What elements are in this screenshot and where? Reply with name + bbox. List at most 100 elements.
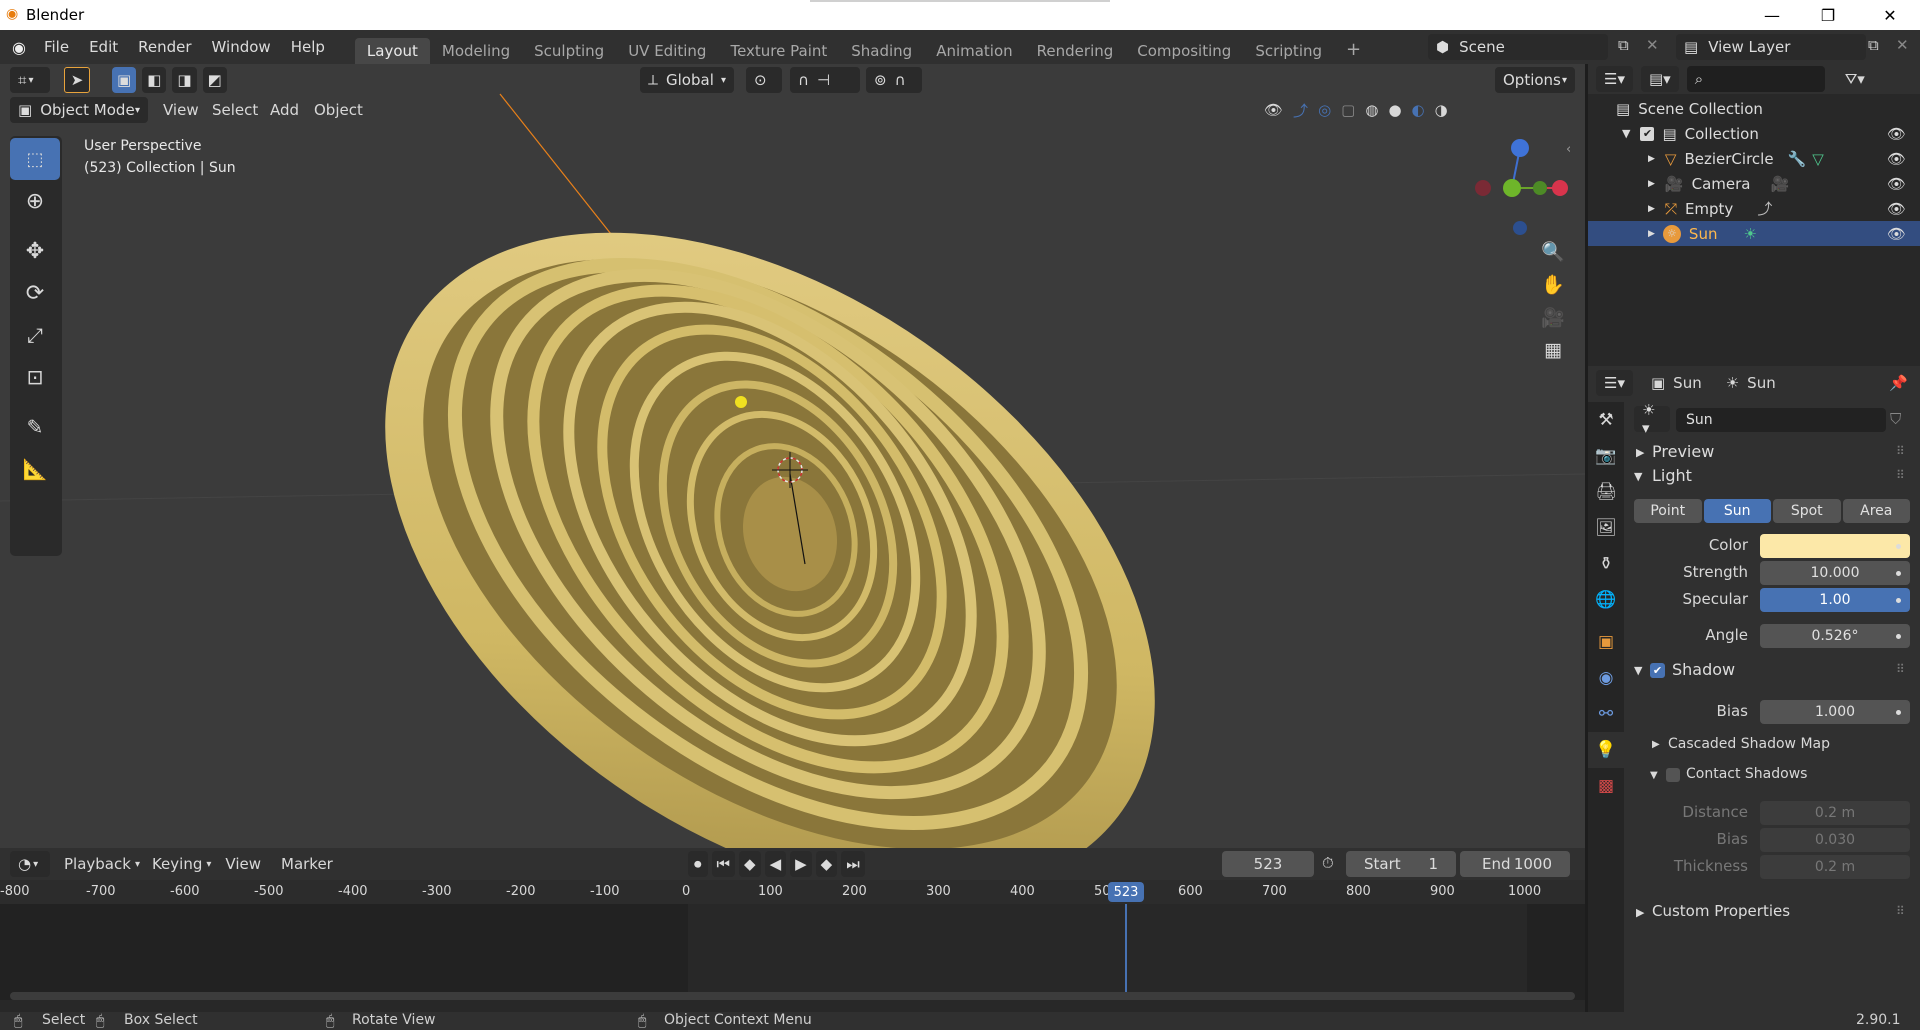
filter-icon[interactable]: ⛛▾ [1845,70,1865,88]
rendered-shading-icon[interactable]: ◑ [1435,101,1448,119]
specular-slider[interactable]: 1.00 [1760,588,1910,612]
tab-texture-paint[interactable]: Texture Paint [718,38,839,64]
outliner-editor-type-icon[interactable]: ☰▾ [1596,66,1633,92]
start-frame-field[interactable]: Start 1 [1346,851,1456,877]
tab-output-icon[interactable]: 🖨 [1588,474,1624,510]
expand-arrow-icon[interactable]: ▶ [1648,204,1655,214]
tab-scripting[interactable]: Scripting [1243,38,1334,64]
record-icon[interactable]: ⏺ [688,851,708,877]
overlay-toggle-icon[interactable]: ◎ [1318,101,1331,119]
shadow-collapse-arrow[interactable]: ▼ [1634,664,1642,677]
view-layer-selector[interactable]: ▤ View Layer [1676,34,1866,60]
outliner-search-input[interactable]: ⌕ [1686,66,1825,92]
wireframe-shading-icon[interactable]: ◍ [1365,101,1378,119]
remove-scene-icon[interactable]: ✕ [1646,36,1659,54]
subsection-contact-shadows[interactable]: Contact Shadows [1686,766,1807,782]
light-type-area[interactable]: Area [1842,499,1910,523]
select-extend-icon[interactable]: ◧ [142,67,167,93]
select-new-icon[interactable]: ▣ [112,67,137,93]
tab-layout[interactable]: Layout [354,38,430,64]
preview-range-icon[interactable]: ⏱ [1322,854,1334,872]
tool-annotate[interactable]: ✎ [10,406,60,448]
add-workspace-icon[interactable]: + [1334,35,1373,64]
menu-object[interactable]: Object [314,101,363,119]
material-shading-icon[interactable]: ◐ [1412,101,1425,119]
tab-physics-icon[interactable]: ◉ [1588,660,1624,696]
tool-measure[interactable]: 📐 [10,448,60,490]
expand-arrow-icon[interactable]: ▶ [1648,229,1655,239]
sidebar-toggle-icon[interactable]: ‹ [1566,142,1571,157]
expand-arrow-icon[interactable]: ▶ [1648,154,1655,164]
menu-edit[interactable]: Edit [79,38,128,56]
angle-field[interactable]: 0.526° [1760,624,1910,648]
tab-shading[interactable]: Shading [839,38,924,64]
tool-select-box[interactable]: ⬚ [10,138,60,180]
navigation-gizmo[interactable] [1475,139,1568,235]
drag-handle-icon[interactable]: ⠿ [1896,468,1905,482]
new-view-layer-icon[interactable]: ⧉ [1868,36,1879,54]
light-color-swatch[interactable] [1760,534,1910,558]
distance-field[interactable]: 0.2 m [1760,801,1910,825]
close-button[interactable]: ✕ [1862,0,1918,30]
tab-texture-icon[interactable]: ▩ [1588,768,1624,804]
light-type-spot[interactable]: Spot [1773,499,1841,523]
tab-light-data-icon[interactable]: 💡 [1588,732,1624,768]
keyframe-dot[interactable] [1896,634,1901,639]
blender-menu-icon[interactable]: ◉ [12,38,26,57]
outliner-row-sun[interactable]: ▶ ☼ Sun ☀ 👁 [1588,221,1920,246]
outliner-row-empty[interactable]: ▶ ⤱ Empty ⤴ 👁 [1588,196,1920,221]
outliner-row-scene-collection[interactable]: ▤ Scene Collection [1588,96,1920,121]
timeline-scrollbar[interactable] [10,992,1575,1000]
end-frame-field[interactable]: End 1000 [1460,851,1570,877]
custom-collapse-arrow[interactable]: ▶ [1636,906,1644,919]
tab-scene-icon[interactable]: ⚱ [1588,546,1624,582]
tool-cursor[interactable]: ⊕ [10,180,60,222]
next-keyframe-icon[interactable]: ◆ [815,851,838,877]
light-collapse-arrow[interactable]: ▼ [1634,470,1642,483]
play-reverse-icon[interactable]: ◀ [764,851,787,877]
play-icon[interactable]: ▶ [790,851,812,877]
visibility-eye-icon[interactable]: 👁 [1887,150,1906,168]
section-custom-properties[interactable]: Custom Properties [1652,902,1790,920]
tool-rotate[interactable]: ⟳ [10,272,60,314]
collection-checkbox[interactable]: ✔ [1640,126,1655,141]
camera-view-icon[interactable]: 🎥 [1541,306,1565,329]
pivot-point-button[interactable]: ⊙ [746,67,782,93]
tab-rendering[interactable]: Rendering [1025,38,1126,64]
light-type-browse[interactable]: ☀▾ [1634,401,1670,437]
section-shadow[interactable]: Shadow [1672,660,1735,679]
menu-keying[interactable]: Keying [152,855,202,873]
current-frame-field[interactable]: 523 [1222,851,1314,877]
tab-compositing[interactable]: Compositing [1125,38,1243,64]
contact-collapse-arrow[interactable]: ▼ [1650,770,1658,781]
menu-view[interactable]: View [163,101,199,119]
keyframe-dot[interactable] [1896,710,1901,715]
properties-editor[interactable]: ☰▾ ▣ Sun ☀ Sun 📌 ⚒ 📷 🖨 🖼 ⚱ 🌐 ▣ ◉ ⚯ 💡 ▩ ☀… [1588,366,1920,1012]
select-intersect-icon[interactable]: ◩ [202,67,227,93]
menu-window[interactable]: Window [202,38,281,56]
pan-hand-icon[interactable]: ✋ [1541,273,1565,296]
tab-animation[interactable]: Animation [924,38,1024,64]
timeline-ruler[interactable]: -800 -700 -600 -500 -400 -300 -200 -100 … [0,880,1585,904]
tab-object-icon[interactable]: ▣ [1588,624,1624,660]
mode-dropdown[interactable]: ▣ Object Mode ▾ [10,97,148,123]
menu-render[interactable]: Render [128,38,201,56]
tab-sculpting[interactable]: Sculpting [522,38,616,64]
expand-arrow-icon[interactable]: ▶ [1648,179,1655,189]
preview-collapse-arrow[interactable]: ▶ [1636,446,1644,459]
menu-select[interactable]: Select [212,101,258,119]
timeline-editor-type-button[interactable]: ◔ ▾ [10,851,50,877]
menu-add[interactable]: Add [270,101,299,119]
contact-bias-field[interactable]: 0.030 [1760,828,1910,852]
playhead-line[interactable] [1125,904,1127,1000]
visibility-eye-icon[interactable]: 👁 [1887,175,1906,193]
light-type-sun[interactable]: Sun [1703,499,1771,523]
tab-modeling[interactable]: Modeling [430,38,522,64]
outliner-row-camera[interactable]: ▶ 🎥 Camera 🎥 👁 [1588,171,1920,196]
snapping-button[interactable]: ∩ ⊣ [790,67,860,93]
tool-scale[interactable]: ⤢ [10,314,60,356]
xray-toggle-icon[interactable]: ▢ [1341,101,1355,119]
select-tool-button[interactable]: ➤ [64,67,90,93]
expand-arrow-icon[interactable]: ▼ [1622,127,1630,140]
shadow-checkbox[interactable]: ✔ [1650,663,1665,678]
